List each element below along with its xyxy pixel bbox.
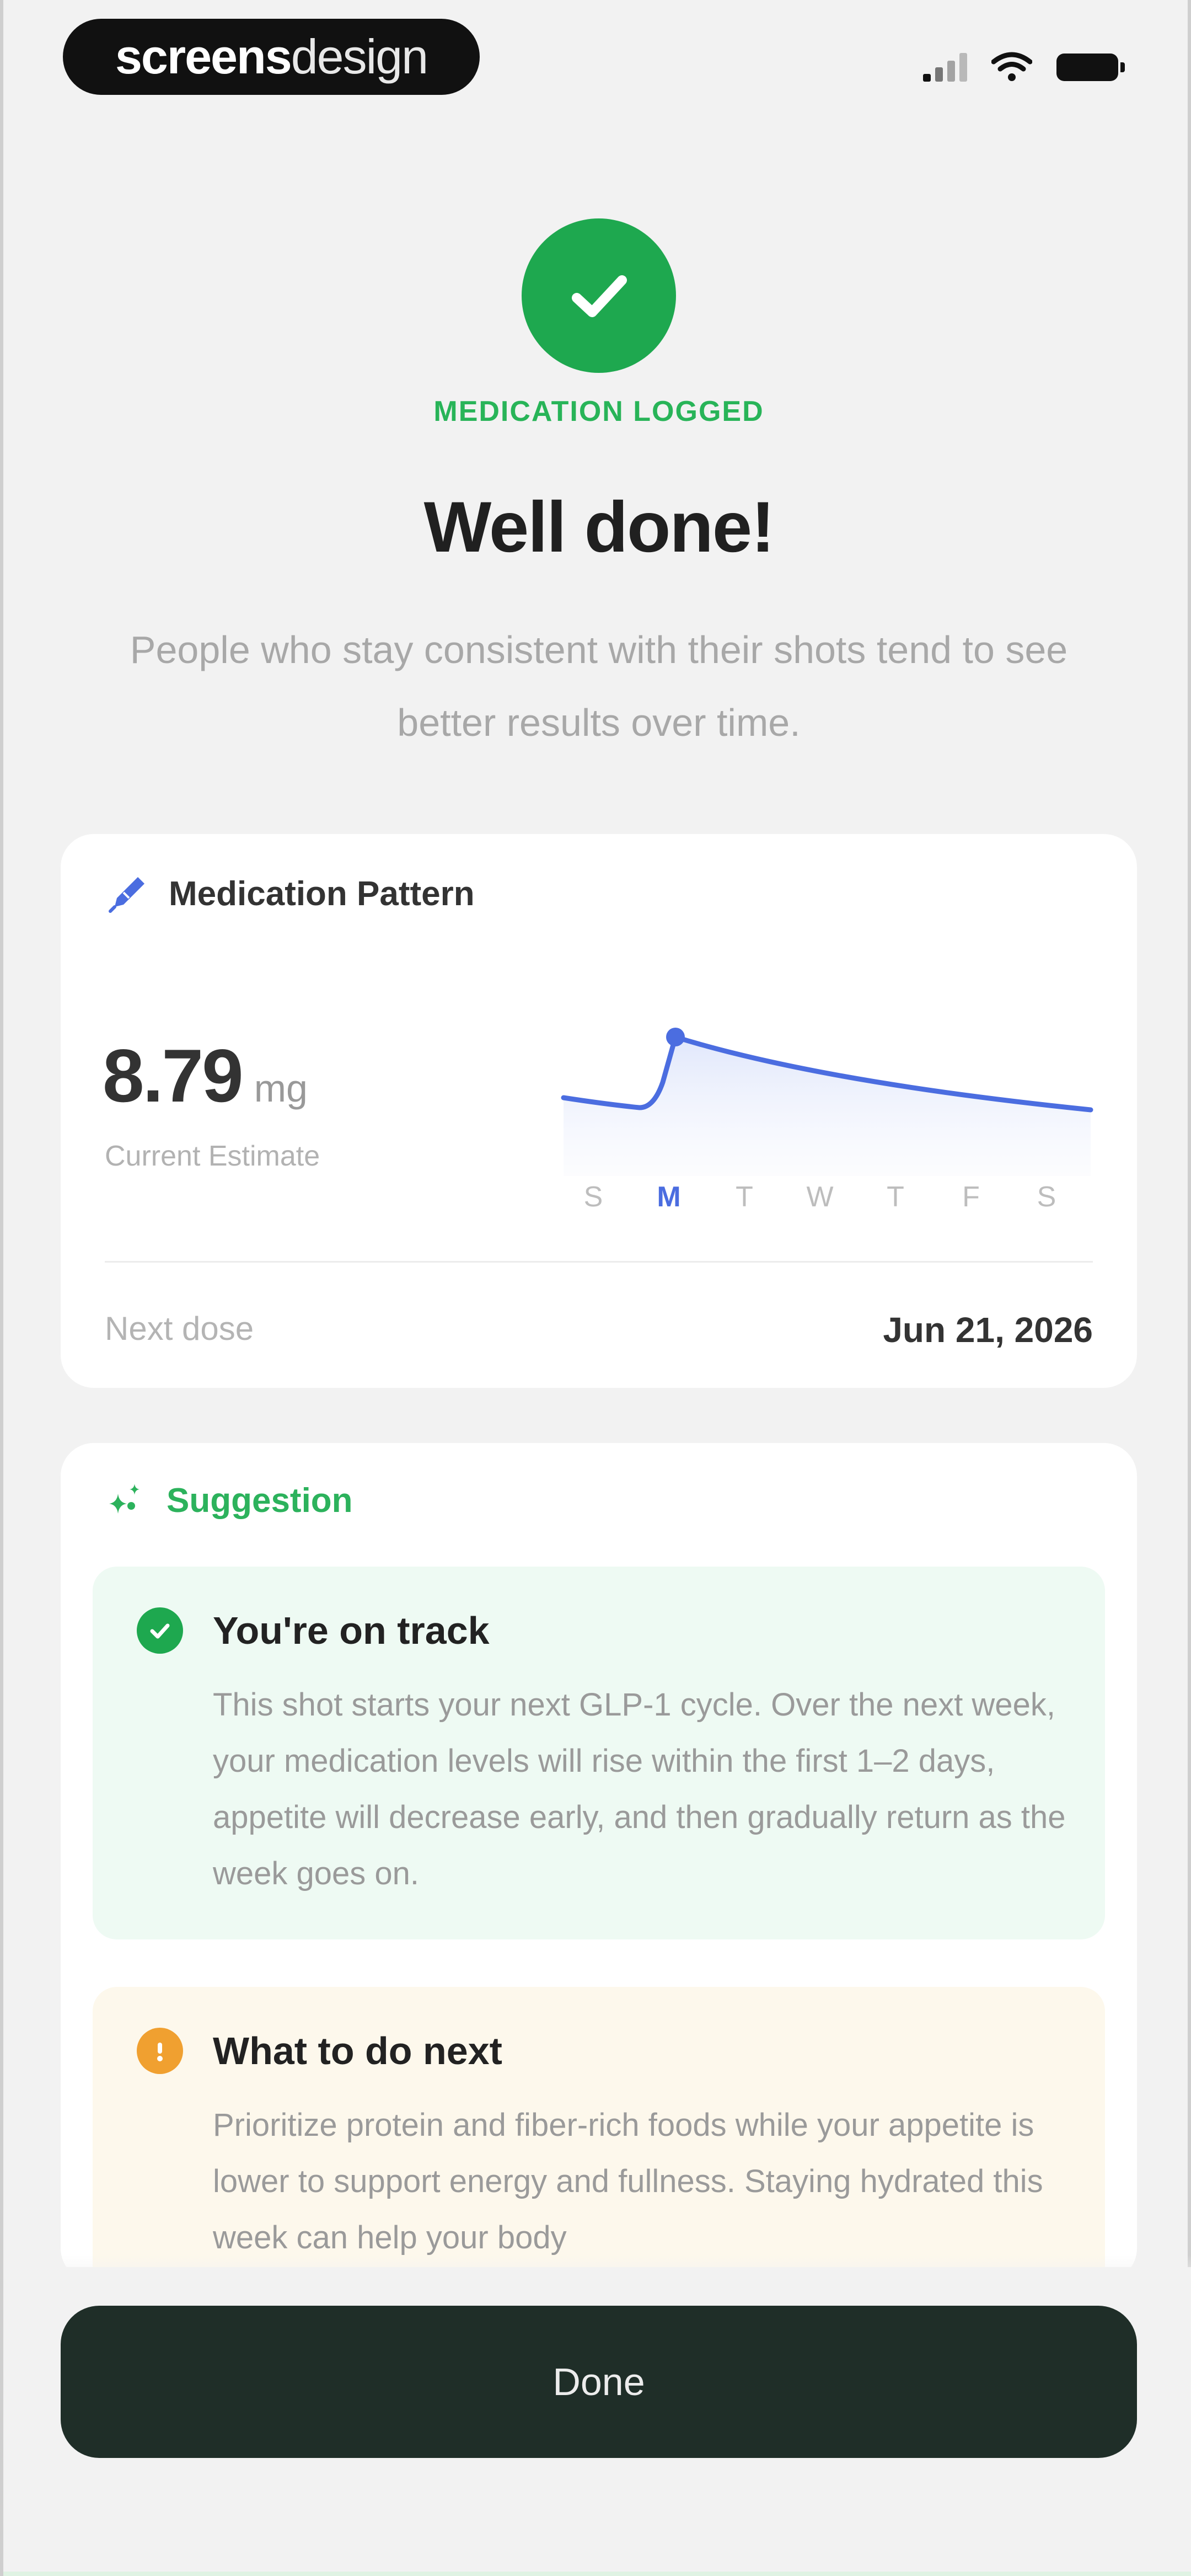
day-label: T	[736, 1181, 753, 1213]
medication-level-chart	[561, 1028, 1093, 1176]
suggestion-title: Suggestion	[167, 1481, 353, 1520]
current-estimate-value: 8.79	[103, 1034, 244, 1118]
current-estimate-unit: mg	[254, 1067, 308, 1110]
day-label: W	[806, 1181, 834, 1213]
wifi-icon	[991, 52, 1032, 81]
day-label: M	[657, 1181, 681, 1213]
page-subtitle: People who stay consistent with their sh…	[130, 628, 1068, 744]
signal-icon	[923, 53, 967, 82]
page-title: Well done!	[423, 487, 775, 567]
phone-frame: screens design MEDICATION LOGGED Well don…	[0, 0, 1191, 2576]
chart-current-point	[666, 1028, 685, 1046]
brand-logo: screens design	[63, 19, 480, 95]
info-circle-icon	[137, 2028, 183, 2074]
medication-pattern-card[interactable]: Medication Pattern 8.79 mg Current Estim…	[61, 834, 1137, 1388]
current-estimate: 8.79 mg	[103, 1033, 308, 1119]
suggestion-card: Suggestion You're on track This shot sta…	[61, 1443, 1137, 2318]
medication-pattern-title: Medication Pattern	[169, 874, 475, 913]
syringe-icon	[109, 877, 144, 913]
sparkle-icon	[109, 1484, 140, 1514]
medication-pattern-header: Medication Pattern	[107, 873, 475, 915]
done-button[interactable]: Done	[61, 2306, 1137, 2458]
chart-day-labels: S M T W T F S	[577, 1180, 1128, 1225]
brand-text-light: design	[291, 29, 428, 84]
day-label: S	[583, 1181, 603, 1213]
next-dose-date: Jun 21, 2026	[883, 1310, 1093, 1350]
brand-text-bold: screens	[115, 29, 292, 84]
check-icon	[522, 218, 676, 373]
on-track-box: You're on track This shot starts your ne…	[93, 1567, 1105, 1939]
next-dose-label: Next dose	[105, 1310, 254, 1347]
medication-logged-label: MEDICATION LOGGED	[433, 396, 764, 427]
on-track-title: You're on track	[213, 1609, 490, 1652]
current-estimate-label: Current Estimate	[105, 1140, 320, 1172]
suggestion-header: Suggestion	[107, 1479, 353, 1521]
divider	[105, 1261, 1093, 1263]
next-steps-title: What to do next	[213, 2029, 502, 2072]
day-label: T	[887, 1181, 904, 1213]
status-icons	[923, 52, 1125, 83]
day-label: F	[962, 1181, 980, 1213]
next-steps-text: Prioritize protein and fiber-rich foods …	[213, 2107, 1043, 2256]
day-label: S	[1037, 1181, 1056, 1213]
on-track-text: This shot starts your next GLP-1 cycle. …	[213, 1687, 1066, 1891]
check-circle-icon	[137, 1607, 183, 1654]
home-indicator-strip	[3, 2572, 1191, 2576]
battery-icon	[1056, 54, 1125, 81]
